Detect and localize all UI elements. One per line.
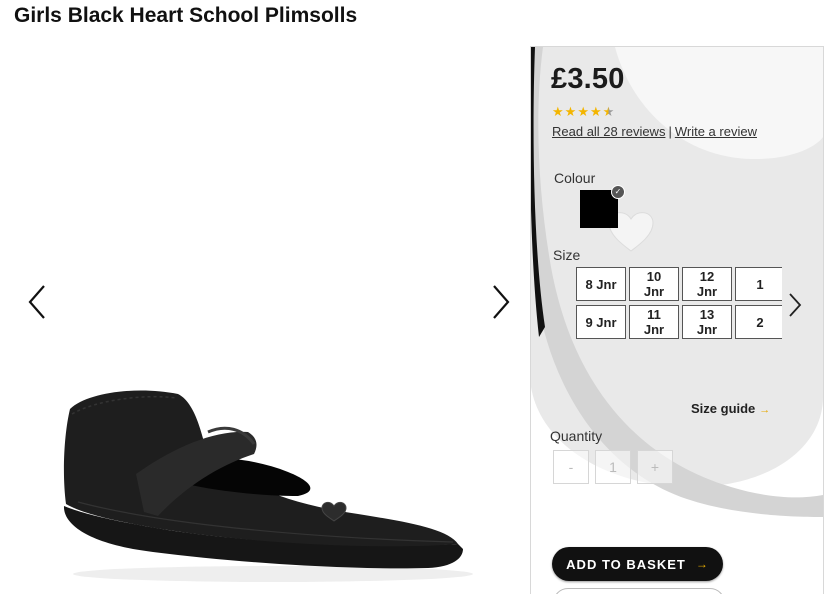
size-option-11-jnr[interactable]: 11 Jnr [629,305,679,339]
quantity-label: Quantity [550,428,603,444]
star-icon: ★ [552,104,564,119]
quantity-decrease-button[interactable]: - [553,450,589,484]
gallery-prev-arrow-icon[interactable] [24,282,54,322]
size-option-13-jnr[interactable]: 13 Jnr [682,305,732,339]
product-title: Girls Black Heart School Plimsolls [14,4,358,27]
size-label: Size [553,247,581,263]
size-option-1[interactable]: 1 [735,267,782,301]
gallery-next-arrow-icon[interactable] [486,282,516,322]
size-option-8-jnr[interactable]: 8 Jnr [576,267,626,301]
rating-stars: ★ ★ ★ ★ ★ [552,105,614,118]
arrow-right-icon: → [759,404,771,416]
size-selector: 8 Jnr 10 Jnr 12 Jnr 1 9 Jnr 11 Jnr 13 Jn… [576,267,782,343]
size-guide-label: Size guide [691,401,756,416]
read-reviews-link[interactable]: Read all 28 reviews [552,124,665,139]
secondary-action-button[interactable] [553,588,725,594]
size-next-chevron-icon[interactable] [787,291,803,319]
reviews-links: Read all 28 reviews | Write a review [552,124,757,139]
size-guide-link[interactable]: Size guide → [691,401,770,416]
quantity-increase-button[interactable]: + [637,450,673,484]
product-details-panel: £3.50 ★ ★ ★ ★ ★ Read all 28 reviews | Writ… [530,46,824,594]
shoe-image [63,390,473,582]
size-option-10-jnr[interactable]: 10 Jnr [629,267,679,301]
link-separator: | [668,124,672,139]
star-icon: ★ [577,104,589,119]
selected-check-icon: ✓ [611,185,625,199]
quantity-stepper: - 1 + [553,450,673,484]
arrow-right-icon: → [695,557,709,571]
write-review-link[interactable]: Write a review [675,124,757,139]
add-to-basket-label: ADD TO BASKET [566,556,686,572]
product-price: £3.50 [551,63,625,95]
add-to-basket-button[interactable]: ADD TO BASKET → [552,547,723,581]
half-star-icon: ★ [602,104,615,119]
size-option-2[interactable]: 2 [735,305,782,339]
size-option-12-jnr[interactable]: 12 Jnr [682,267,732,301]
product-image-gallery [0,44,530,593]
size-option-9-jnr[interactable]: 9 Jnr [576,305,626,339]
quantity-input[interactable]: 1 [595,450,631,484]
colour-label: Colour [554,170,596,186]
star-icon: ★ [564,104,577,119]
star-icon: ★ [589,104,602,119]
